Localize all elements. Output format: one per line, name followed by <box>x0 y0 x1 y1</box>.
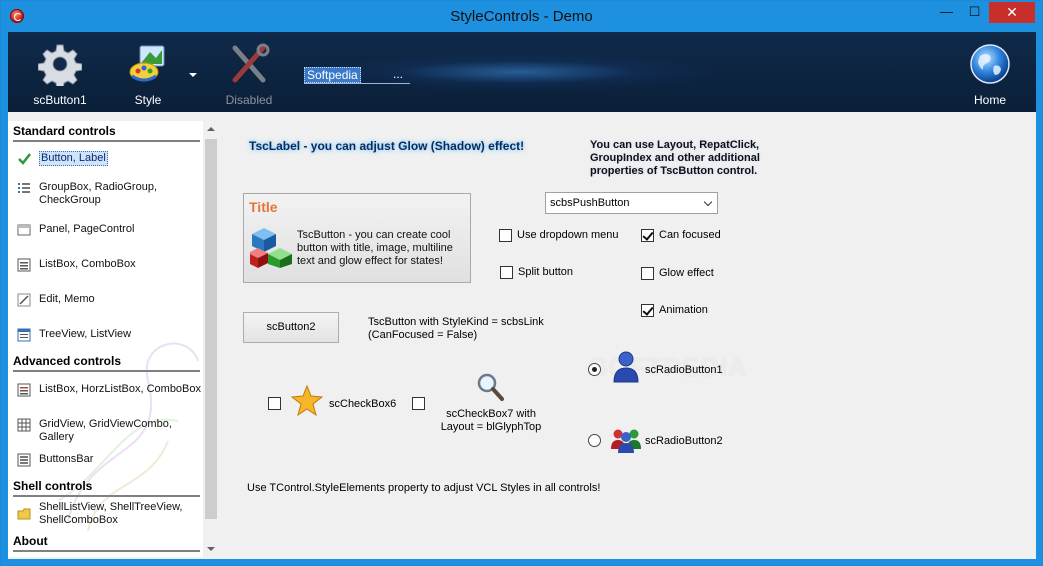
sidebar[interactable]: Standard controls Button, Label GroupBox… <box>8 121 203 557</box>
scbutton2-button[interactable]: scButton2 <box>243 312 339 343</box>
toolbar-edit-field[interactable]: Softpedia ... <box>304 66 410 84</box>
sidebar-item-label: ShellListView, ShellTreeView, ShellCombo… <box>39 501 183 526</box>
paint-palette-icon <box>129 45 165 82</box>
sidebar-item-label: TreeView, ListView <box>39 328 132 340</box>
sccheckbox6-label: scCheckBox6 <box>329 398 397 410</box>
chevron-down-icon[interactable] <box>703 197 713 207</box>
stylekind-combobox[interactable]: scbsPushButton <box>545 192 718 214</box>
sidebar-item-label: Edit, Memo <box>39 293 95 305</box>
cubes-icon <box>250 228 292 268</box>
checkbox-label: Glow effect <box>659 267 714 279</box>
checkbox-label: Can focused <box>659 229 721 241</box>
edit-icon <box>17 293 31 307</box>
glow-note: You can use Layout, RepatClick, GroupInd… <box>590 139 760 177</box>
tscbutton-title: Title <box>249 199 278 215</box>
tools-icon <box>232 43 270 83</box>
sidebar-item-label: ButtonsBar <box>39 453 94 465</box>
list-icon <box>18 183 30 193</box>
stylekind-value: scbsPushButton <box>550 197 630 209</box>
checkbox-box[interactable] <box>499 229 512 242</box>
minimize-button[interactable]: — <box>933 2 960 23</box>
scradiobutton1-label: scRadioButton1 <box>645 364 723 376</box>
toolbar-edit-ellipsis-button[interactable]: ... <box>393 67 403 81</box>
user-icon <box>613 351 639 383</box>
magnifier-icon <box>477 373 504 401</box>
disabled-button: Disabled <box>214 32 284 112</box>
scbutton1-label: scButton1 <box>33 93 87 107</box>
close-button[interactable]: ✕ <box>989 2 1035 23</box>
sccheckbox7-label-line: scCheckBox7 with <box>446 408 536 420</box>
checkbox-box[interactable] <box>641 267 654 280</box>
checkmark-icon <box>18 153 31 165</box>
style-label: Style <box>134 93 162 107</box>
group-header-about[interactable]: About <box>13 534 200 552</box>
scroll-thumb[interactable] <box>205 139 217 519</box>
checkbox-box[interactable] <box>641 229 654 242</box>
style-button[interactable]: Style <box>113 32 183 112</box>
grid-icon <box>17 418 31 432</box>
link-note: TscButton with StyleKind = scbsLink (Can… <box>368 316 544 342</box>
home-button[interactable]: Home <box>955 32 1025 112</box>
link-note-line: (CanFocused = False) <box>368 329 478 341</box>
checkbox-box[interactable] <box>412 397 425 410</box>
globe-icon <box>970 44 1010 84</box>
toolbar: scButton1 Style Disabled Softpedia ... H… <box>8 32 1036 112</box>
checkbox-label: Animation <box>659 304 708 316</box>
scroll-down-arrow-icon[interactable] <box>207 547 215 551</box>
sidebar-item-label: Panel, PageControl <box>39 223 135 235</box>
panel-icon <box>17 224 31 236</box>
toolbar-edit-value: Softpedia <box>304 67 361 83</box>
checkbox-label: Split button <box>518 266 574 278</box>
client-area: Standard controls Button, Label GroupBox… <box>8 112 1036 559</box>
checkbox-label: Use dropdown menu <box>517 229 619 241</box>
radio-dot[interactable] <box>588 363 601 376</box>
window-title: StyleControls - Demo <box>450 8 593 25</box>
group-header-advanced[interactable]: Advanced controls <box>13 354 200 372</box>
tscbutton-demo[interactable]: Title TscButton - you can create cool bu… <box>243 193 471 283</box>
group-header-standard[interactable]: Standard controls <box>13 124 200 142</box>
tscbutton-text: TscButton - you can create cool button w… <box>297 229 453 267</box>
gear-icon <box>38 44 82 86</box>
sidebar-item-label: ListBox, HorzListBox, ComboBox <box>39 383 202 395</box>
sidebar-scrollbar[interactable] <box>204 121 218 557</box>
star-icon <box>290 384 324 417</box>
style-dropdown-arrow-icon[interactable] <box>189 73 197 77</box>
sidebar-item-label: GroupBox, RadioGroup, CheckGroup <box>39 181 158 206</box>
checkbox-box[interactable] <box>641 304 654 317</box>
sccheckbox7-label-line: Layout = blGlyphTop <box>440 421 542 433</box>
radio-dot[interactable] <box>588 434 601 447</box>
link-note-line: TscButton with StyleKind = scbsLink <box>368 316 544 328</box>
demo-panel: SOFTPEDIA TscLabel - you can adjust Glow… <box>218 112 1036 559</box>
sidebar-item-label: GridView, GridViewCombo, Gallery <box>39 418 172 443</box>
sidebar-item-label: ListBox, ComboBox <box>39 258 136 270</box>
checkbox-box[interactable] <box>500 266 513 279</box>
group-header-shell[interactable]: Shell controls <box>13 479 200 497</box>
sidebar-item-label: Button, Label <box>39 151 108 166</box>
treeview-icon <box>17 328 31 342</box>
checkbox-box[interactable] <box>268 397 281 410</box>
maximize-button[interactable]: ☐ <box>961 2 988 23</box>
folder-icon <box>17 508 31 520</box>
users-group-icon <box>611 429 641 453</box>
listbox-icon <box>17 383 31 397</box>
disabled-label: Disabled <box>225 93 273 107</box>
scradiobutton2-label: scRadioButton2 <box>645 435 723 447</box>
glow-label: TscLabel - you can adjust Glow (Shadow) … <box>249 139 525 153</box>
scbutton1-button[interactable]: scButton1 <box>25 32 95 112</box>
buttonsbar-icon <box>17 453 31 467</box>
footer-note: Use TControl.StyleElements property to a… <box>247 482 601 494</box>
home-label: Home <box>973 93 1006 107</box>
sccheckbox7-label: scCheckBox7 with Layout = blGlyphTop <box>433 408 549 434</box>
title-bar[interactable]: StyleControls - Demo — ☐ ✕ <box>1 1 1042 32</box>
listbox-icon <box>17 258 31 272</box>
app-window: StyleControls - Demo — ☐ ✕ scButton1 Sty… <box>0 0 1043 566</box>
scroll-up-arrow-icon[interactable] <box>207 127 215 131</box>
